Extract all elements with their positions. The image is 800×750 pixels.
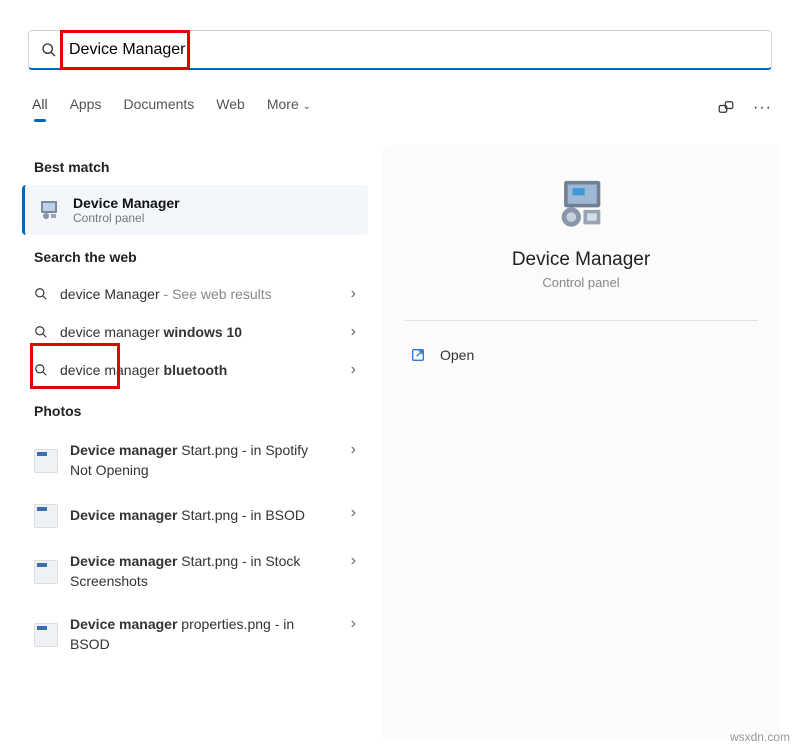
results-list: Best match Device Manager Control panel …: [20, 145, 370, 740]
photo-result-label: Device manager Start.png - in Spotify No…: [70, 441, 310, 480]
device-link-icon[interactable]: [717, 98, 735, 119]
divider: [404, 320, 758, 321]
device-manager-icon: [37, 198, 61, 222]
search-icon: [34, 363, 48, 377]
chevron-down-icon: ⌄: [303, 101, 311, 112]
preview-subtitle: Control panel: [382, 275, 780, 290]
tab-all[interactable]: All: [32, 96, 48, 120]
photo-result[interactable]: Device manager properties.png - in BSOD …: [20, 603, 370, 666]
search-input[interactable]: [69, 41, 759, 59]
search-icon: [41, 42, 57, 58]
image-thumbnail-icon: [34, 449, 58, 473]
section-best-match: Best match: [34, 159, 370, 175]
search-icon: [34, 325, 48, 339]
web-result[interactable]: device manager bluetooth ›: [20, 351, 370, 389]
watermark: wsxdn.com: [730, 730, 790, 744]
tab-apps[interactable]: Apps: [70, 96, 102, 120]
open-label: Open: [440, 347, 474, 363]
photo-result[interactable]: Device manager Start.png - in Spotify No…: [20, 429, 370, 492]
search-icon: [34, 287, 48, 301]
web-result-label: device manager bluetooth: [60, 362, 227, 378]
chevron-right-icon: ›: [351, 361, 356, 379]
web-result-label: device Manager - See web results: [60, 286, 272, 302]
image-thumbnail-icon: [34, 560, 58, 584]
preview-pane: Device Manager Control panel Open: [382, 145, 780, 740]
preview-title: Device Manager: [382, 249, 780, 271]
chevron-right-icon: ›: [351, 615, 356, 633]
photo-result[interactable]: Device manager Start.png - in Stock Scre…: [20, 540, 370, 603]
results-area: Best match Device Manager Control panel …: [20, 145, 780, 740]
image-thumbnail-icon: [34, 623, 58, 647]
tab-more[interactable]: More ⌄: [267, 96, 311, 120]
web-result[interactable]: device Manager - See web results ›: [20, 275, 370, 313]
photo-result-label: Device manager Start.png - in BSOD: [70, 506, 305, 526]
section-search-web: Search the web: [34, 249, 370, 265]
tab-web[interactable]: Web: [216, 96, 245, 120]
chevron-right-icon: ›: [351, 323, 356, 341]
chevron-right-icon: ›: [351, 441, 356, 459]
open-button[interactable]: Open: [382, 333, 780, 377]
photo-result[interactable]: Device manager Start.png - in BSOD ›: [20, 492, 370, 540]
search-bar[interactable]: [28, 30, 772, 70]
web-result-label: device manager windows 10: [60, 324, 242, 340]
chevron-right-icon: ›: [351, 504, 356, 522]
open-external-icon: [410, 347, 426, 363]
device-manager-icon: [551, 175, 611, 235]
filter-tabs: All Apps Documents Web More ⌄ ···: [32, 96, 772, 120]
web-result[interactable]: device manager windows 10 ›: [20, 313, 370, 351]
image-thumbnail-icon: [34, 504, 58, 528]
section-photos: Photos: [34, 403, 370, 419]
photo-result-label: Device manager properties.png - in BSOD: [70, 615, 310, 654]
chevron-right-icon: ›: [351, 285, 356, 303]
best-match-title: Device Manager: [73, 195, 180, 211]
photo-result-label: Device manager Start.png - in Stock Scre…: [70, 552, 310, 591]
best-match-subtitle: Control panel: [73, 211, 180, 225]
chevron-right-icon: ›: [351, 552, 356, 570]
tab-documents[interactable]: Documents: [123, 96, 194, 120]
best-match-item[interactable]: Device Manager Control panel: [22, 185, 368, 235]
more-options-icon[interactable]: ···: [753, 99, 772, 117]
